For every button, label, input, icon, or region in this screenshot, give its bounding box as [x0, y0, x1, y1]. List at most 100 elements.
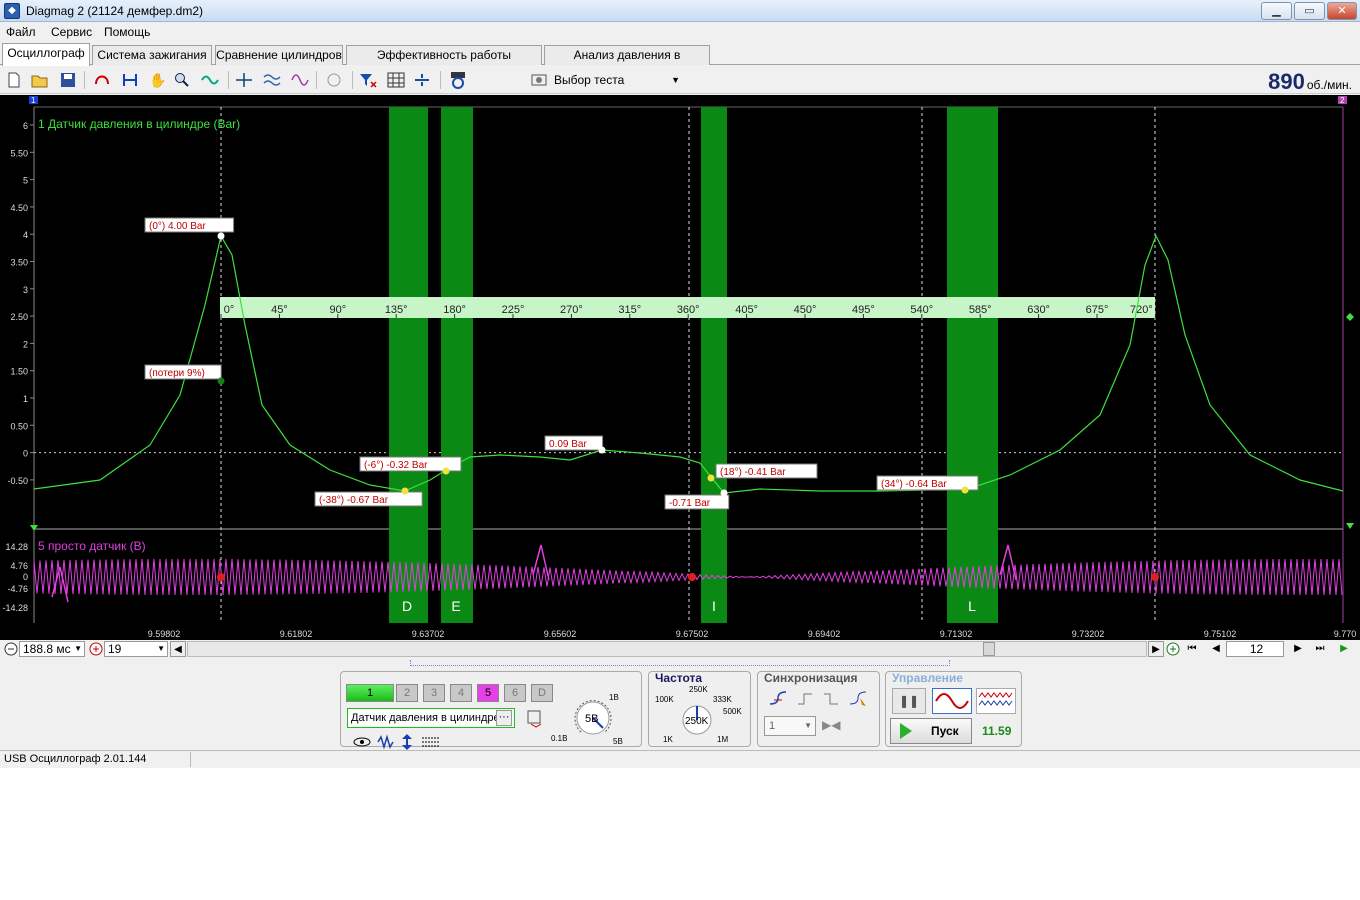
- channel-button-1[interactable]: 1: [346, 684, 394, 702]
- panel-splitter[interactable]: [410, 660, 950, 666]
- pressure-trace: [33, 234, 1344, 494]
- y-tick-ch5: -14.28: [2, 603, 28, 613]
- open-folder-icon[interactable]: [30, 70, 50, 90]
- overlay-icon[interactable]: [262, 70, 282, 90]
- sync-rising-icon[interactable]: [768, 690, 788, 711]
- annotation-point: [707, 474, 715, 482]
- split-icon[interactable]: [412, 70, 432, 90]
- multi-wave-button[interactable]: [976, 688, 1016, 714]
- sensor-settings-icon[interactable]: [527, 710, 543, 731]
- zoom-in-icon[interactable]: [1166, 642, 1180, 659]
- oscilloscope-display[interactable]: 6 5.50 5 4.50 4 3.50 3 2.50 2 1.50 1 0.50 0 -0.50 14.2…: [0, 95, 1360, 640]
- sync-cursor-icon[interactable]: [848, 690, 868, 711]
- ellipsis-icon[interactable]: ···: [496, 710, 512, 726]
- tab-pressure-analysis[interactable]: Анализ давления в цилиндре: [544, 45, 710, 80]
- scroll-right-button[interactable]: ▶: [1148, 641, 1164, 657]
- freq-label-500k: 500K: [723, 707, 742, 716]
- time-scrollbar[interactable]: [187, 641, 1147, 657]
- freq-label-100k: 100K: [655, 695, 674, 704]
- page-number[interactable]: 12: [1226, 641, 1284, 657]
- cursor-cross-icon[interactable]: [234, 70, 254, 90]
- y-tick-ch1: 4.50: [10, 203, 28, 213]
- channel-button-4[interactable]: 4: [450, 684, 472, 702]
- voltage-knob[interactable]: 5В 1В 5В: [569, 690, 631, 746]
- channel-button-3[interactable]: 3: [423, 684, 445, 702]
- pause-button[interactable]: ❚❚: [892, 688, 926, 714]
- menu-service[interactable]: Сервис: [51, 25, 92, 39]
- filter-icon[interactable]: [358, 70, 378, 90]
- new-file-icon[interactable]: [4, 70, 24, 90]
- freq-label-1m: 1M: [717, 735, 728, 744]
- y-tick-ch1: 1.50: [10, 367, 28, 377]
- first-page-button[interactable]: ⏮: [1184, 641, 1200, 657]
- chevron-down-icon: ▼: [804, 721, 812, 730]
- y-tick-ch1: 6: [23, 121, 28, 131]
- y-tick-ch1: 3: [23, 285, 28, 295]
- time-tick: 9.65602: [544, 629, 577, 639]
- annotation-point: [961, 486, 969, 494]
- tab-cylinder-efficiency[interactable]: Эффективность работы цилиндров: [346, 45, 542, 80]
- rpm-unit: об./мин.: [1306, 78, 1352, 92]
- channel-panel: 1 2 3 4 5 6 D Датчик давления в цилиндре…: [340, 671, 642, 750]
- play-button[interactable]: ▶: [1336, 641, 1352, 657]
- auto-engine-icon[interactable]: [448, 70, 468, 90]
- oscilloscope-canvas[interactable]: 6 5.50 5 4.50 4 3.50 3 2.50 2 1.50 1 0.50 0 -0.50 14.2…: [0, 95, 1360, 640]
- probe-icon[interactable]: [92, 70, 112, 90]
- y-tick-ch1: -0.50: [7, 476, 28, 486]
- sync-arrows-icon[interactable]: ▶◀: [822, 718, 840, 732]
- autoscale-icon[interactable]: [200, 70, 220, 90]
- time-tick: 9.71302: [940, 629, 973, 639]
- channel-button-6[interactable]: 6: [504, 684, 526, 702]
- tab-ignition[interactable]: Система зажигания: [92, 45, 212, 65]
- y-tick-ch5: 0: [23, 572, 28, 582]
- channel-button-d[interactable]: D: [531, 684, 553, 702]
- annotation-text: (0°) 4.00 Bar: [149, 221, 206, 232]
- grid-icon[interactable]: [386, 70, 406, 90]
- scope-navigation-bar: 188.8 мс ▼ 19 ▼ ◀ ▶ ⏮ ◀ 12 ▶ ⏭ ▶: [0, 640, 1360, 658]
- control-panels: 1 2 3 4 5 6 D Датчик давления в цилиндре…: [0, 660, 1360, 750]
- trigger-select[interactable]: 19 ▼: [104, 641, 168, 657]
- trigger-marker-left: [30, 525, 38, 531]
- tab-cylinder-compare[interactable]: Сравнение цилиндров: [215, 45, 343, 65]
- maximize-button[interactable]: ▭: [1294, 2, 1325, 20]
- next-page-button[interactable]: ▶: [1290, 641, 1306, 657]
- trigger-icon[interactable]: [89, 642, 103, 659]
- menu-help[interactable]: Помощь: [104, 25, 150, 39]
- channel-button-2[interactable]: 2: [396, 684, 418, 702]
- close-button[interactable]: ✕: [1327, 2, 1357, 20]
- last-page-button[interactable]: ⏭: [1312, 641, 1328, 657]
- control-title: Управление: [892, 671, 963, 685]
- start-button[interactable]: Пуск: [890, 718, 972, 744]
- auto-icon[interactable]: [324, 70, 344, 90]
- channel5-label: 5 просто датчик (В): [38, 539, 146, 553]
- sensor-select[interactable]: Датчик давления в цилиндре ···: [347, 708, 515, 728]
- minimize-button[interactable]: ▁: [1261, 2, 1292, 20]
- tab-oscilloscope[interactable]: Осциллограф: [2, 43, 90, 66]
- trigger-marker: [1346, 523, 1354, 529]
- sync-down-icon[interactable]: [822, 690, 842, 711]
- channel-button-5[interactable]: 5: [477, 684, 499, 702]
- hand-icon[interactable]: ✋: [148, 70, 168, 90]
- measure-icon[interactable]: [120, 70, 140, 90]
- menu-file[interactable]: Файл: [6, 25, 36, 39]
- time-tick: 9.59802: [148, 629, 181, 639]
- y-tick-ch1: 0.50: [10, 421, 28, 431]
- test-select-dropdown[interactable]: Выбор теста ▼: [528, 69, 684, 91]
- knob-min-label: 0.1В: [551, 734, 568, 743]
- sync-up-icon[interactable]: [796, 690, 816, 711]
- zoom-icon[interactable]: [172, 70, 192, 90]
- scroll-left-button[interactable]: ◀: [170, 641, 186, 657]
- save-icon[interactable]: [58, 70, 78, 90]
- compare-icon[interactable]: [290, 70, 310, 90]
- eye-icon[interactable]: [353, 736, 371, 751]
- single-wave-button[interactable]: [932, 688, 972, 714]
- degree-tick: 720°: [1130, 304, 1153, 316]
- timebase-select[interactable]: 188.8 мс ▼: [19, 641, 85, 657]
- zoom-out-icon[interactable]: [4, 642, 18, 659]
- scrollbar-thumb[interactable]: [983, 642, 995, 656]
- sync-channel-select[interactable]: 1 ▼: [764, 716, 816, 736]
- prev-page-button[interactable]: ◀: [1208, 641, 1224, 657]
- time-tick: 9.67502: [676, 629, 709, 639]
- frequency-knob[interactable]: 250K 100K 250K 333K 500K 1K 1M: [651, 682, 749, 746]
- play-icon: [899, 722, 913, 748]
